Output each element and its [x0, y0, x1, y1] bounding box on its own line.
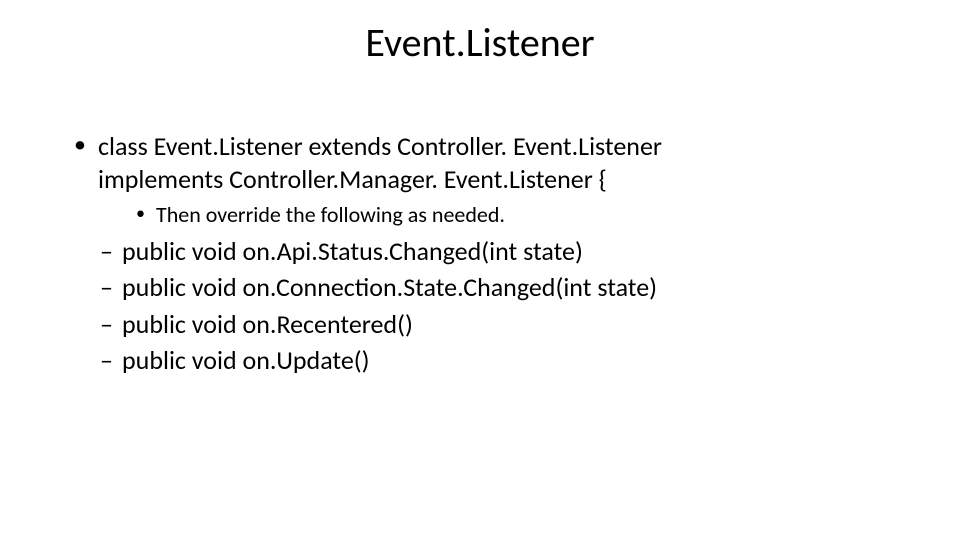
- slide-body: class Event.Listener extends Controller.…: [70, 130, 890, 381]
- method-item: public void on.Update(): [100, 344, 890, 377]
- method-item: public void on.Api.Status.Changed(int st…: [100, 235, 890, 268]
- class-decl-line1: class Event.Listener extends Controller.…: [98, 130, 662, 162]
- slide-title: Event.Listener: [0, 18, 960, 67]
- slide: Event.Listener class Event.Listener exte…: [0, 0, 960, 540]
- bullet-list-level2: Then override the following as needed.: [98, 201, 890, 229]
- method-item: public void on.Recentered(): [100, 308, 890, 341]
- bullet-list-level1: class Event.Listener extends Controller.…: [70, 130, 890, 377]
- bullet-list-level3: public void on.Api.Status.Changed(int st…: [98, 235, 890, 377]
- sub-bullet-override: Then override the following as needed.: [136, 201, 890, 229]
- bullet-item-class-decl: class Event.Listener extends Controller.…: [70, 130, 890, 377]
- class-decl-line2: implements Controller.Manager. Event.Lis…: [98, 163, 607, 195]
- method-item: public void on.Connection.State.Changed(…: [100, 271, 890, 304]
